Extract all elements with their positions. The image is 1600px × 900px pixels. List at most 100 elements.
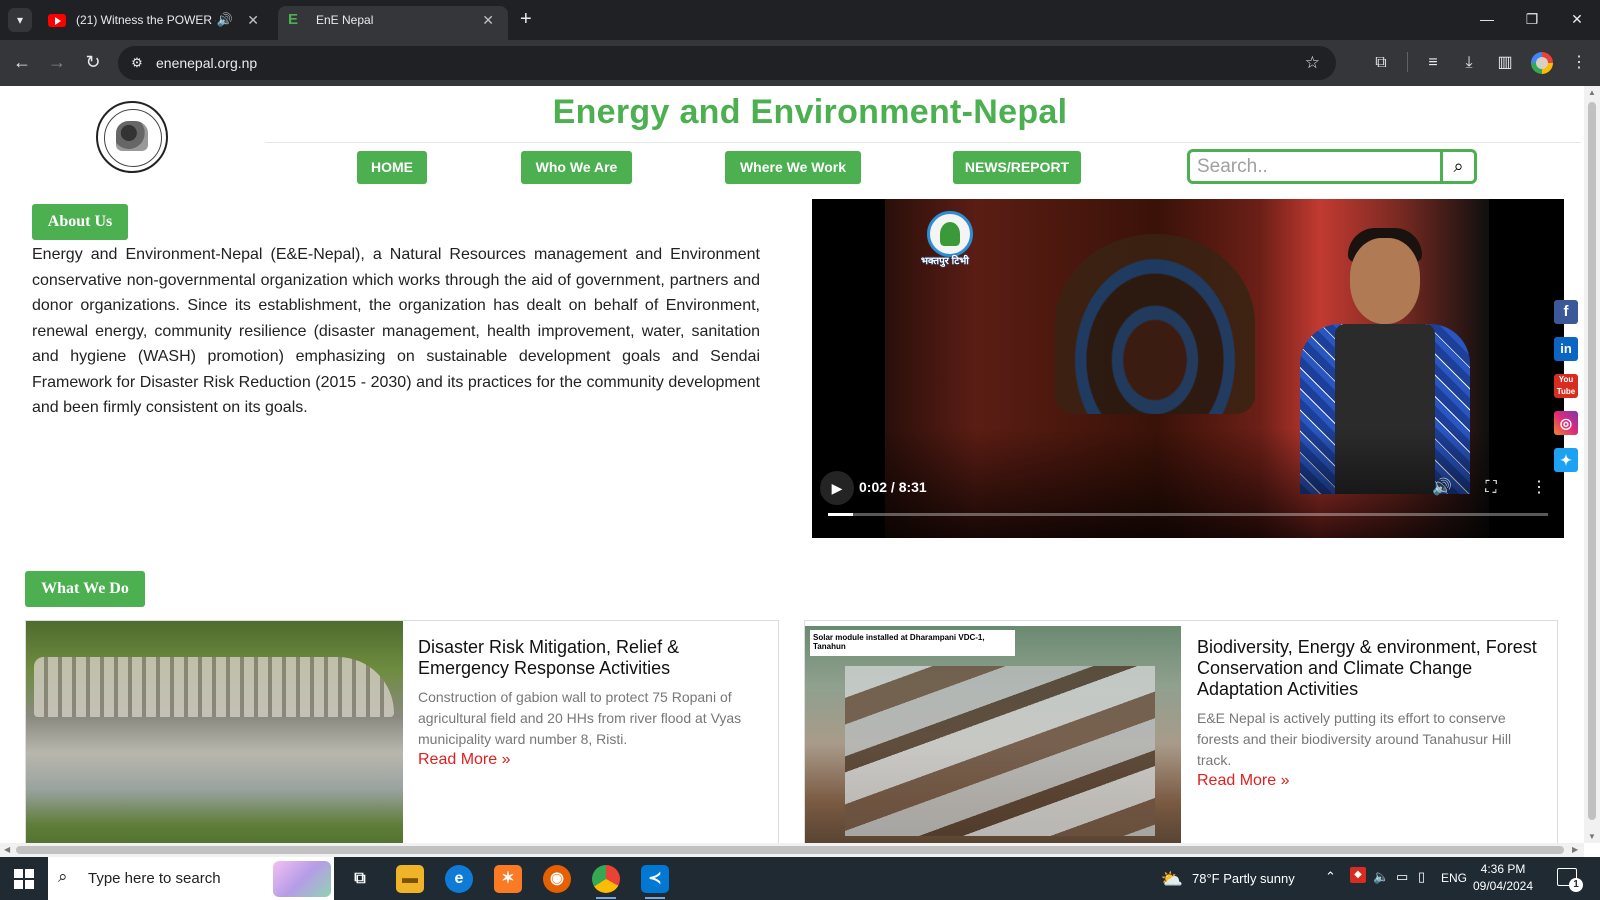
- browser-toolbar: ← → ↻ ⚙ enenepal.org.np ☆ ⧉ ≡ ⤓ ▥ ⋮: [0, 40, 1600, 86]
- card-description: Construction of gabion wall to protect 7…: [418, 689, 742, 747]
- restore-icon[interactable]: ❐: [1509, 6, 1555, 32]
- tab-search-chevron-icon[interactable]: ▾: [8, 8, 32, 32]
- gabion-wall-photo[interactable]: [26, 621, 403, 843]
- weather-icon[interactable]: ⛅: [1160, 865, 1184, 893]
- clock-time: 4:36 PM: [1480, 862, 1526, 876]
- minimize-icon[interactable]: —: [1464, 6, 1510, 32]
- network-icon[interactable]: ▭: [1396, 869, 1408, 885]
- scroll-right-arrow-icon[interactable]: ▶: [1572, 843, 1578, 857]
- chrome-icon[interactable]: [592, 865, 620, 899]
- media-control-icon[interactable]: ≡: [1422, 52, 1444, 74]
- scroll-down-arrow-icon[interactable]: ▼: [1584, 832, 1600, 841]
- nav-news-report-button[interactable]: NEWS/REPORT: [953, 151, 1081, 184]
- speaker-icon[interactable]: 🔊: [217, 6, 233, 34]
- search-icon[interactable]: ⌕: [1440, 152, 1474, 181]
- forward-icon[interactable]: →: [44, 51, 70, 73]
- browser-tab-bar: ▾ (21) Witness the POWER of 🔊 ✕ E EnE Ne…: [0, 0, 1600, 40]
- instagram-icon[interactable]: ◎: [1554, 411, 1578, 435]
- channel-logo-icon: [927, 211, 973, 257]
- volume-icon[interactable]: 🔊: [1430, 478, 1454, 498]
- organization-logo[interactable]: [96, 101, 168, 173]
- nav-who-we-are-button[interactable]: Who We Are: [521, 151, 632, 184]
- weather-text[interactable]: 78°F Partly sunny: [1192, 871, 1295, 886]
- activity-card-biodiversity: Solar module installed at Dharampani VDC…: [804, 620, 1558, 843]
- edge-icon[interactable]: e: [445, 865, 473, 893]
- card-title[interactable]: Disaster Risk Mitigation, Relief & Emerg…: [418, 637, 768, 679]
- side-panel-icon[interactable]: ▥: [1494, 52, 1516, 74]
- windows-start-icon[interactable]: [14, 869, 34, 889]
- about-paragraph: Energy and Environment-Nepal (E&E-Nepal)…: [32, 246, 760, 416]
- twitter-icon[interactable]: ✦: [1554, 448, 1578, 472]
- linkedin-icon[interactable]: in: [1554, 337, 1578, 361]
- battery-icon[interactable]: ▯: [1418, 869, 1425, 885]
- youtube-icon: [48, 14, 66, 27]
- url-text[interactable]: enenepal.org.np: [156, 46, 257, 80]
- play-icon[interactable]: ▶: [820, 471, 854, 505]
- video-player[interactable]: भक्तपुर टिभी ▶ 0:02 / 8:31 🔊 ⛶ ⋮: [812, 199, 1564, 538]
- download-icon[interactable]: ⤓: [1458, 52, 1480, 74]
- clock-date: 09/04/2024: [1472, 879, 1534, 893]
- scrollbar-thumb[interactable]: [1588, 102, 1596, 820]
- xampp-icon[interactable]: ✶: [494, 865, 522, 893]
- taskbar-search[interactable]: ⌕ Type here to search: [48, 857, 334, 900]
- close-window-icon[interactable]: ✕: [1554, 6, 1600, 32]
- task-view-icon[interactable]: ⧉: [346, 865, 374, 893]
- read-more-link[interactable]: Read More »: [1197, 772, 1290, 790]
- taskbar-clock[interactable]: 4:36 PM 09/04/2024: [1467, 861, 1539, 895]
- scroll-left-arrow-icon[interactable]: ◀: [4, 843, 10, 857]
- nav-home-button[interactable]: HOME: [357, 151, 427, 184]
- scrollbar-thumb[interactable]: [16, 846, 1564, 854]
- header-divider: [265, 142, 1581, 143]
- card-title[interactable]: Biodiversity, Energy & environment, Fore…: [1197, 637, 1547, 700]
- more-options-icon[interactable]: ⋮: [1527, 478, 1551, 498]
- site-search: ⌕: [1187, 149, 1477, 184]
- firefox-icon[interactable]: ◉: [543, 865, 571, 893]
- solar-module-photo[interactable]: Solar module installed at Dharampani VDC…: [805, 626, 1181, 843]
- what-we-do-heading: What We Do: [25, 571, 145, 607]
- facebook-icon[interactable]: f: [1554, 300, 1578, 324]
- close-tab-icon[interactable]: ✕: [482, 6, 494, 34]
- tab-youtube[interactable]: (21) Witness the POWER of 🔊 ✕: [38, 6, 273, 40]
- card-description: E&E Nepal is actively putting its effort…: [1197, 710, 1512, 768]
- back-icon[interactable]: ←: [9, 51, 35, 73]
- video-seek-bar[interactable]: [828, 513, 1548, 516]
- nav-where-we-work-button[interactable]: Where We Work: [725, 151, 861, 184]
- site-info-icon[interactable]: ⚙: [128, 54, 146, 72]
- search-icon: ⌕: [58, 867, 68, 886]
- tray-chevron-icon[interactable]: ⌃: [1325, 869, 1336, 885]
- new-tab-icon[interactable]: +: [520, 6, 532, 32]
- vertical-scrollbar[interactable]: ▲ ▼: [1584, 86, 1600, 843]
- volume-tray-icon[interactable]: 🔈: [1373, 869, 1389, 885]
- address-bar[interactable]: ⚙ enenepal.org.np ☆: [118, 46, 1336, 80]
- tab-ene-nepal[interactable]: E EnE Nepal ✕: [278, 6, 508, 40]
- taskbar-search-placeholder: Type here to search: [88, 870, 221, 887]
- photo-caption: Solar module installed at Dharampani VDC…: [810, 630, 1015, 656]
- notification-icon[interactable]: [1557, 868, 1583, 892]
- channel-logo-text: भक्तपुर टिभी: [921, 256, 969, 267]
- extensions-icon[interactable]: ⧉: [1370, 52, 1392, 74]
- search-input[interactable]: [1197, 155, 1437, 179]
- vscode-icon[interactable]: ≺: [641, 865, 669, 899]
- toolbar-separator: [1407, 52, 1408, 72]
- scroll-up-arrow-icon[interactable]: ▲: [1584, 88, 1600, 97]
- youtube-icon[interactable]: You Tube: [1554, 374, 1578, 398]
- tray-app-icon[interactable]: ◆: [1350, 867, 1366, 883]
- tab-title: (21) Witness the POWER of: [76, 13, 216, 27]
- language-indicator[interactable]: ENG: [1441, 871, 1467, 885]
- windows-taskbar: ⌕ Type here to search ⧉ ▬ e ✶ ◉ ≺ ⛅ 78°F…: [0, 857, 1600, 900]
- close-tab-icon[interactable]: ✕: [247, 6, 259, 34]
- video-progress: [828, 513, 854, 516]
- menu-dots-icon[interactable]: ⋮: [1568, 52, 1590, 74]
- web-page: Energy and Environment-Nepal HOME Who We…: [0, 86, 1584, 843]
- file-explorer-icon[interactable]: ▬: [396, 865, 424, 893]
- horizontal-scrollbar[interactable]: ◀ ▶: [0, 843, 1584, 857]
- e-letter-icon: E: [288, 11, 299, 28]
- video-peacock-window: [1055, 234, 1255, 414]
- video-time: 0:02 / 8:31: [859, 479, 927, 495]
- reload-icon[interactable]: ↻: [80, 51, 106, 73]
- site-title: Energy and Environment-Nepal: [552, 93, 1068, 131]
- read-more-link[interactable]: Read More »: [418, 751, 511, 769]
- bookmark-star-icon[interactable]: ☆: [1305, 46, 1320, 80]
- fullscreen-icon[interactable]: ⛶: [1479, 478, 1503, 498]
- profile-avatar[interactable]: [1531, 52, 1553, 74]
